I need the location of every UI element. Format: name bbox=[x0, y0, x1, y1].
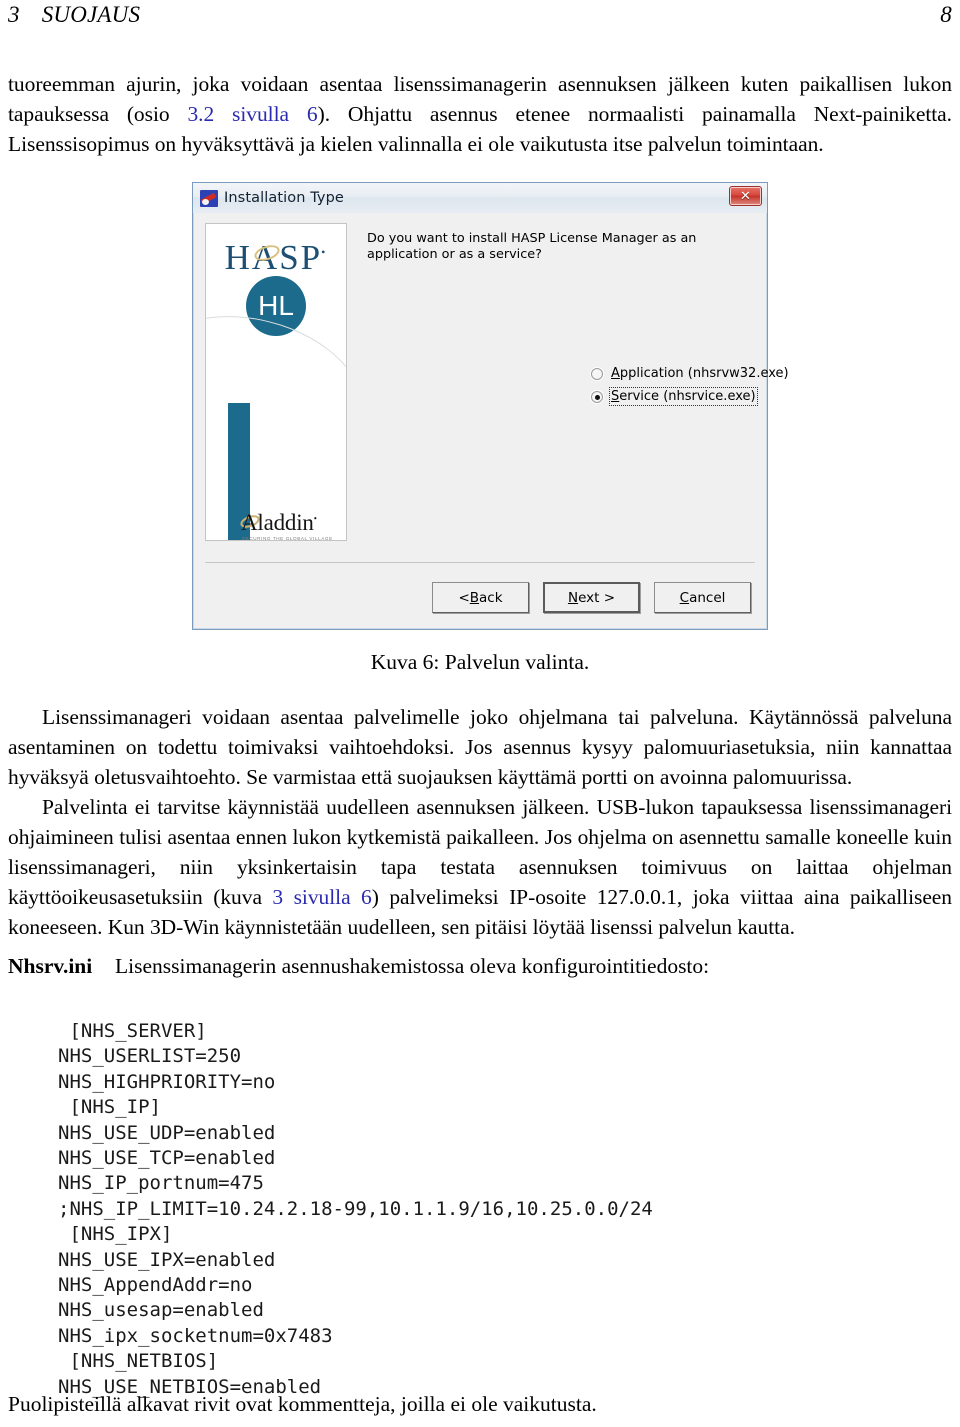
radio-text-service: ervice (nhsrvice.exe) bbox=[619, 389, 756, 404]
hasp-branding-banner: HASP• HL Aladdin• SECURING THE GLOBAL VI… bbox=[205, 223, 347, 541]
radio-option-service[interactable]: Service (nhsrvice.exe) bbox=[591, 386, 789, 407]
dialog-title: Installation Type bbox=[224, 190, 344, 206]
close-icon[interactable]: ✕ bbox=[729, 186, 762, 206]
header-section-title: SUOJAUS bbox=[41, 2, 141, 27]
aladdin-tagline: SECURING THE GLOBAL VILLAGE bbox=[242, 536, 333, 541]
running-head: 3 SUOJAUS 8 bbox=[8, 2, 952, 32]
next-button[interactable]: Next > bbox=[543, 582, 640, 613]
radio-circle-icon[interactable] bbox=[591, 390, 603, 403]
paragraph-usb-lock: Palvelinta ei tarvitse käynnistää uudell… bbox=[8, 792, 952, 942]
dialog-button-bar: < Back Next > Cancel bbox=[432, 582, 751, 613]
aladdin-trademark: • bbox=[313, 513, 317, 524]
dialog-question-text: Do you want to install HASP License Mana… bbox=[367, 231, 697, 262]
radio-option-application[interactable]: Application (nhsrvw32.exe) bbox=[591, 363, 789, 384]
ini-file-label: Nhsrv.ini bbox=[8, 954, 93, 978]
figure-caption: Kuva 6: Palvelun valinta. bbox=[370, 650, 590, 674]
cross-reference-link-3-2[interactable]: 3.2 sivulla 6 bbox=[187, 102, 317, 126]
cross-reference-link-3[interactable]: 3 sivulla 6 bbox=[272, 885, 371, 909]
radio-accel-application: A bbox=[611, 366, 620, 381]
page-number: 8 bbox=[940, 2, 952, 27]
aladdin-wordmark-text: Aladdin bbox=[241, 510, 314, 535]
figure-installation-type-dialog: Installation Type ✕ HASP• HL Aladdin• SE… bbox=[192, 182, 789, 630]
dialog-titlebar[interactable]: Installation Type ✕ bbox=[193, 183, 767, 213]
next-button-accel: N bbox=[567, 589, 579, 606]
hasp-installer-icon bbox=[200, 189, 218, 207]
installation-type-radio-group: Application (nhsrvw32.exe) Service (nhsr… bbox=[591, 363, 789, 407]
radio-label-application: Application (nhsrvw32.exe) bbox=[611, 366, 789, 381]
back-button[interactable]: < Back bbox=[432, 582, 529, 613]
banner-arc-decoration bbox=[206, 293, 346, 495]
hasp-trademark: • bbox=[321, 245, 328, 260]
cancel-button-accel: C bbox=[679, 589, 690, 606]
back-button-accel: B bbox=[469, 589, 480, 606]
radio-text-application: pplication (nhsrvw32.exe) bbox=[619, 366, 789, 381]
body-text-block: Lisenssimanageri voidaan asentaa palveli… bbox=[8, 702, 952, 942]
paragraph-service-install: Lisenssimanageri voidaan asentaa palveli… bbox=[8, 705, 952, 789]
ini-file-description: Lisenssimanagerin asennushakemistossa ol… bbox=[115, 954, 710, 978]
ini-file-listing: [NHS_SERVER] NHS_USERLIST=250 NHS_HIGHPR… bbox=[58, 1020, 653, 1398]
back-button-label: ack bbox=[479, 589, 503, 606]
header-section-number: 3 bbox=[8, 2, 20, 27]
dialog-right-column: Do you want to install HASP License Mana… bbox=[347, 223, 789, 629]
cancel-button[interactable]: Cancel bbox=[654, 582, 751, 613]
cancel-button-label: ancel bbox=[689, 589, 726, 606]
paragraph-intro: tuoreemman ajurin, joka voidaan asentaa … bbox=[8, 69, 952, 159]
dialog-separator bbox=[205, 562, 755, 563]
next-button-label: ext > bbox=[578, 589, 616, 606]
ini-footnote: Puolipisteillä alkavat rivit ovat kommen… bbox=[8, 1392, 597, 1416]
installation-type-dialog: Installation Type ✕ HASP• HL Aladdin• SE… bbox=[192, 182, 789, 630]
radio-label-service: Service (nhsrvice.exe) bbox=[609, 387, 758, 406]
dialog-body: HASP• HL Aladdin• SECURING THE GLOBAL VI… bbox=[193, 213, 789, 629]
aladdin-wordmark: Aladdin• bbox=[241, 511, 317, 534]
back-button-prefix: < bbox=[458, 589, 470, 606]
radio-circle-icon[interactable] bbox=[591, 367, 603, 380]
